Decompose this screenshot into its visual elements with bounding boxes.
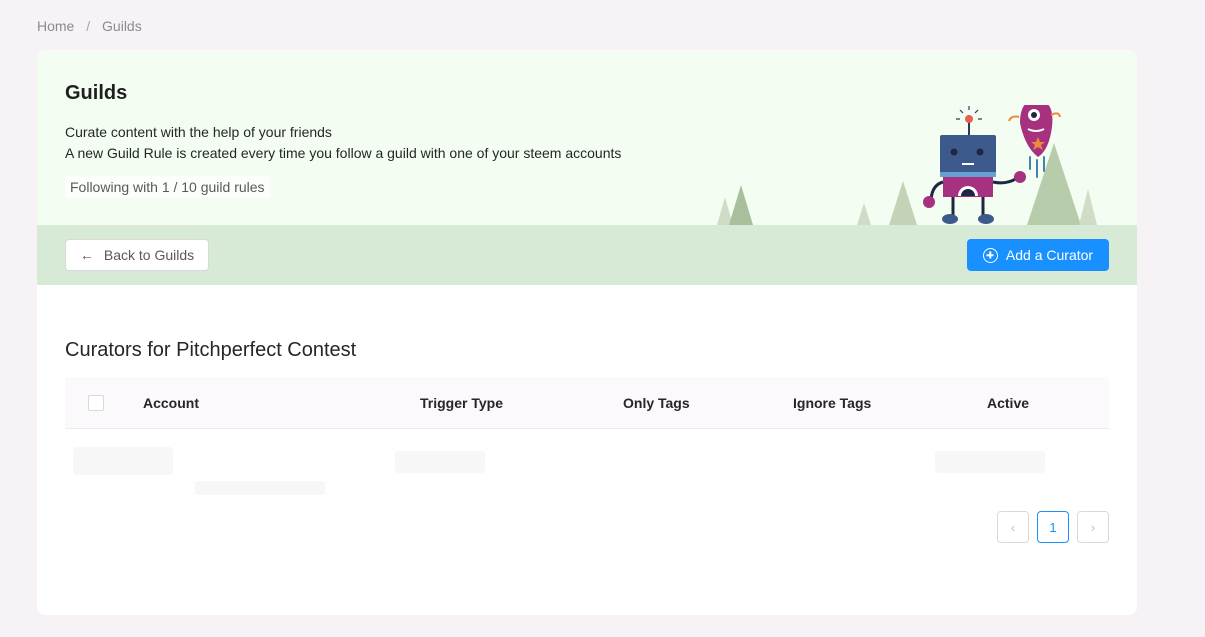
action-bar: ← Back to Guilds Add a Curator [37, 225, 1137, 285]
skeleton-block [935, 451, 1045, 473]
skeleton-block [195, 481, 325, 495]
column-header-ignore-tags[interactable]: Ignore Tags [793, 395, 871, 411]
hero-banner: Guilds Curate content with the help of y… [37, 50, 1137, 225]
back-to-guilds-label: Back to Guilds [103, 247, 195, 263]
select-all-checkbox[interactable] [88, 395, 104, 411]
curators-table: Account Trigger Type Only Tags Ignore Ta… [65, 377, 1109, 509]
guild-card: Guilds Curate content with the help of y… [37, 50, 1137, 615]
breadcrumb-home[interactable]: Home [37, 18, 74, 34]
skeleton-block [73, 447, 173, 475]
plus-circle-icon [982, 247, 998, 263]
breadcrumb-separator: / [86, 18, 91, 34]
loading-row-placeholder [65, 429, 1109, 509]
hero-description: Curate content with the help of your fri… [65, 122, 621, 164]
add-curator-label: Add a Curator [1005, 247, 1094, 263]
chevron-right-icon[interactable]: › [1077, 511, 1109, 543]
breadcrumb: Home / Guilds [37, 18, 142, 34]
page-title: Guilds [65, 82, 128, 104]
skeleton-block [395, 451, 485, 473]
breadcrumb-current: Guilds [102, 18, 142, 34]
following-count: Following with 1 / 10 guild rules [65, 176, 270, 198]
hero-description-line-1: Curate content with the help of your fri… [65, 124, 332, 140]
back-to-guilds-button[interactable]: ← Back to Guilds [65, 239, 209, 271]
chevron-left-icon[interactable]: ‹ [997, 511, 1029, 543]
pagination: ‹ 1 › [997, 511, 1109, 543]
column-header-account[interactable]: Account [143, 395, 199, 411]
hero-description-line-2: A new Guild Rule is created every time y… [65, 145, 622, 161]
page-number-1[interactable]: 1 [1037, 511, 1069, 543]
column-header-trigger-type[interactable]: Trigger Type [420, 395, 503, 411]
section-title: Curators for Pitchperfect Contest [65, 339, 357, 361]
column-header-active[interactable]: Active [987, 395, 1029, 411]
column-header-only-tags[interactable]: Only Tags [623, 395, 690, 411]
arrow-left-icon: ← [79, 247, 94, 263]
add-curator-button[interactable]: Add a Curator [967, 239, 1109, 271]
robot-illustration [717, 105, 1097, 225]
table-header: Account Trigger Type Only Tags Ignore Ta… [65, 377, 1109, 429]
